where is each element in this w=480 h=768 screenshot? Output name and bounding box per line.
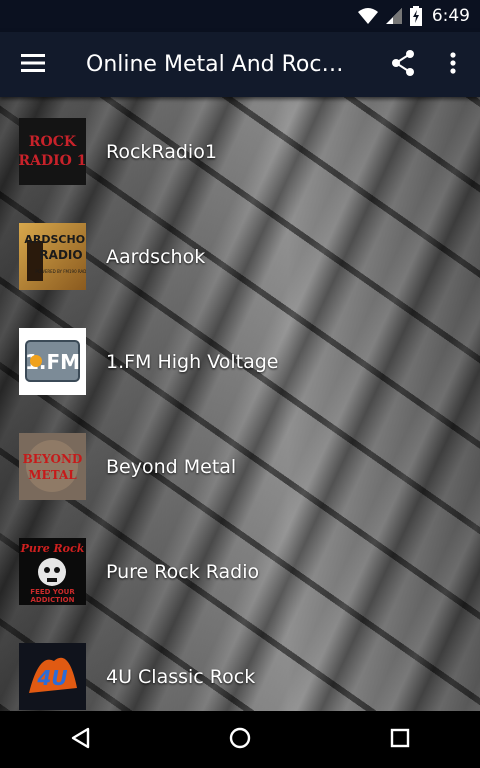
- station-name: Aardschok: [106, 245, 206, 268]
- svg-text:ADDICTION: ADDICTION: [31, 596, 75, 604]
- list-item[interactable]: ARDSCHOK RADIO POWERED BY FM190 RADIO Aa…: [0, 204, 480, 309]
- list-item[interactable]: BEYOND METAL Beyond Metal: [0, 414, 480, 519]
- station-logo: ROCK RADIO 1: [19, 118, 86, 185]
- list-item[interactable]: 4U 4U Classic Rock: [0, 624, 480, 711]
- station-name: Beyond Metal: [106, 455, 237, 478]
- station-logo: 4U: [19, 643, 86, 710]
- menu-button[interactable]: [0, 32, 66, 97]
- more-vert-icon: [450, 51, 456, 78]
- status-time: 6:49: [431, 6, 470, 26]
- back-button[interactable]: [40, 711, 120, 768]
- station-logo: 1.FM: [19, 328, 86, 395]
- list-item[interactable]: ROCK RADIO 1 RockRadio1: [0, 99, 480, 204]
- svg-text:Pure Rock: Pure Rock: [20, 542, 85, 555]
- station-name: Pure Rock Radio: [106, 560, 260, 583]
- back-icon: [70, 727, 90, 753]
- station-logo: ARDSCHOK RADIO POWERED BY FM190 RADIO: [19, 223, 86, 290]
- svg-text:POWERED BY FM190 RADIO: POWERED BY FM190 RADIO: [35, 269, 86, 274]
- menu-icon: [21, 53, 45, 76]
- list-item[interactable]: Pure Rock FEED YOUR ADDICTION Pure Rock …: [0, 519, 480, 624]
- station-name: RockRadio1: [106, 140, 217, 163]
- share-icon: [391, 49, 415, 80]
- wifi-icon: [357, 8, 378, 24]
- more-options-button[interactable]: [428, 32, 478, 97]
- app-bar: Online Metal And Rock…: [0, 32, 480, 97]
- app-title: Online Metal And Rock…: [86, 52, 351, 77]
- cellular-signal-icon: [385, 8, 402, 24]
- status-bar: 6:49: [0, 0, 480, 32]
- recents-icon: [390, 728, 410, 752]
- battery-charging-icon: [409, 6, 422, 26]
- svg-text:BEYOND: BEYOND: [23, 452, 83, 466]
- svg-text:4U: 4U: [36, 666, 67, 690]
- svg-text:ROCK: ROCK: [29, 134, 77, 150]
- home-button[interactable]: [200, 711, 280, 768]
- station-name: 4U Classic Rock: [106, 665, 256, 688]
- navigation-bar: [0, 711, 480, 768]
- station-name: 1.FM High Voltage: [106, 350, 279, 373]
- share-button[interactable]: [378, 32, 428, 97]
- home-icon: [229, 727, 251, 753]
- station-logo: Pure Rock FEED YOUR ADDICTION: [19, 538, 86, 605]
- station-list: ROCK RADIO 1 RockRadio1 ARDSCHOK RADIO P…: [0, 97, 480, 711]
- station-logo: BEYOND METAL: [19, 433, 86, 500]
- svg-text:RADIO: RADIO: [39, 248, 82, 262]
- list-item[interactable]: 1.FM 1.FM High Voltage: [0, 309, 480, 414]
- svg-text:ARDSCHOK: ARDSCHOK: [24, 233, 86, 246]
- svg-text:METAL: METAL: [28, 468, 77, 482]
- recents-button[interactable]: [360, 711, 440, 768]
- svg-text:FEED YOUR: FEED YOUR: [30, 588, 75, 596]
- svg-text:RADIO 1: RADIO 1: [19, 153, 86, 169]
